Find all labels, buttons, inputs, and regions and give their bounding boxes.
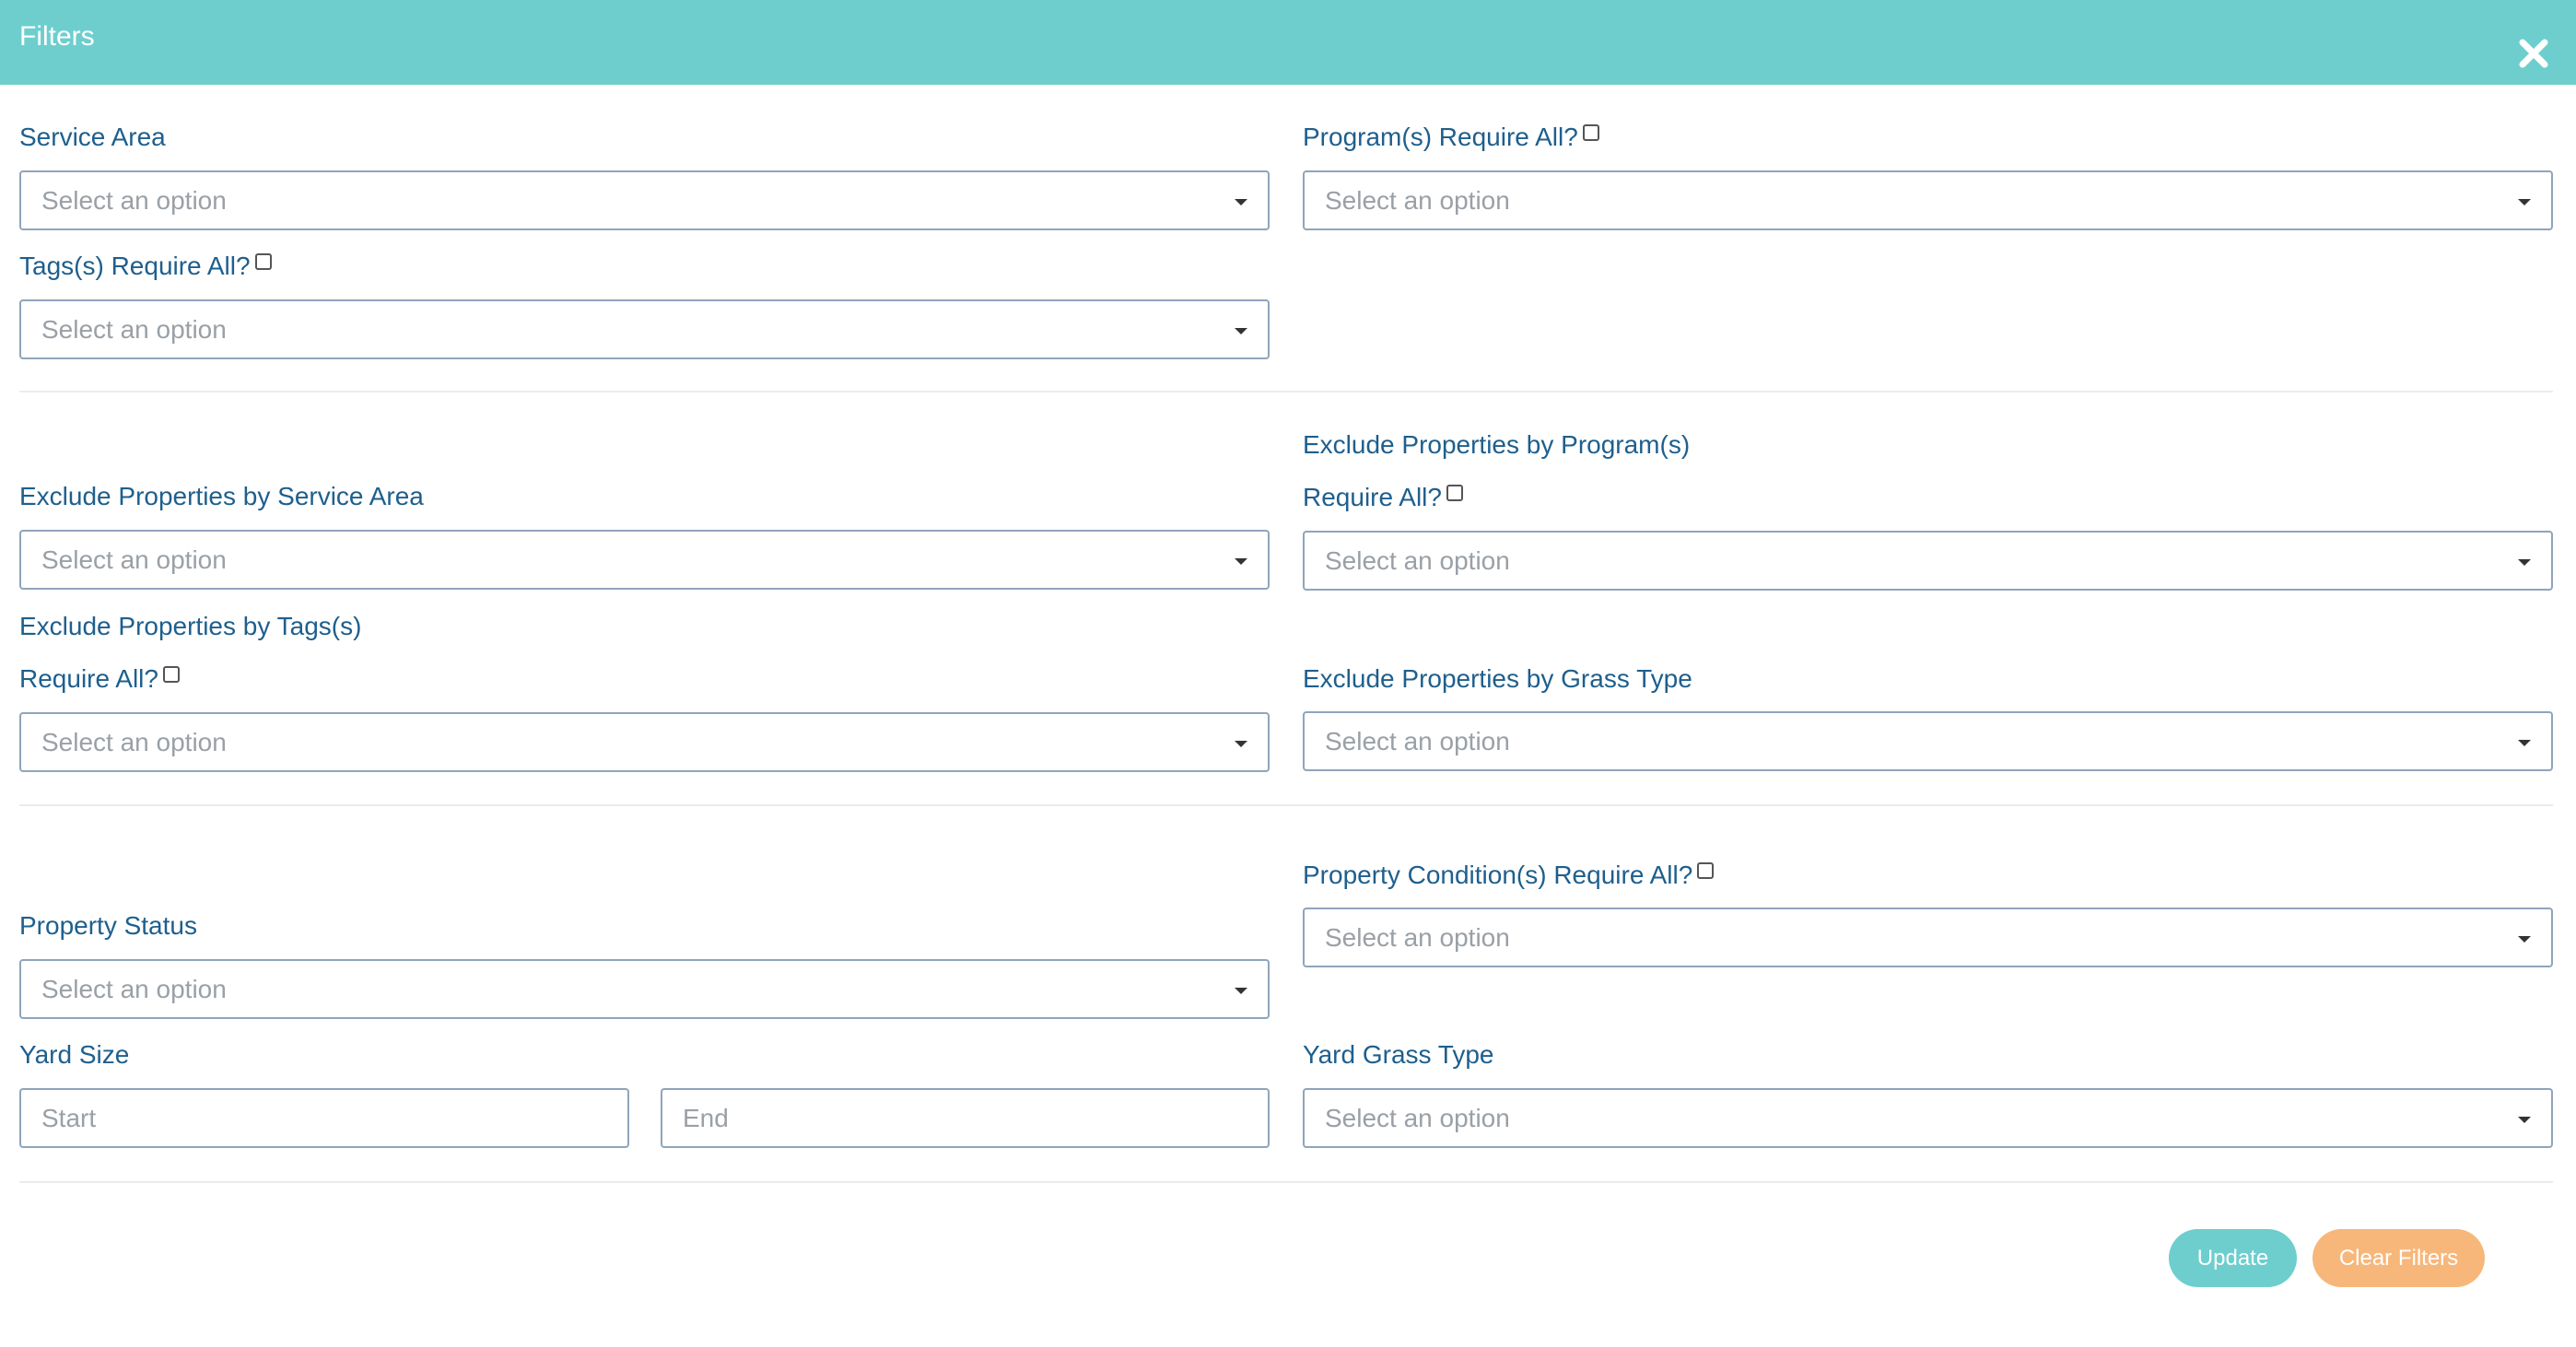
exclude-programs-require-all-label: Require All? xyxy=(1303,483,1442,511)
property-condition-require-all-checkbox[interactable] xyxy=(1697,862,1715,879)
section-divider xyxy=(19,391,2553,392)
property-status-placeholder: Select an option xyxy=(41,975,227,1003)
update-button[interactable]: Update xyxy=(2169,1229,2297,1287)
property-status-label: Property Status xyxy=(19,911,197,940)
yard-size-label: Yard Size xyxy=(19,1040,130,1069)
yard-size-end-input[interactable]: End xyxy=(661,1088,1270,1148)
exclude-service-area-select[interactable]: Select an option xyxy=(19,530,1270,590)
exclude-tags-require-all-label: Require All? xyxy=(19,664,158,693)
programs-require-all-label: Program(s) Require All? xyxy=(1303,123,1578,151)
yard-size-start-placeholder: Start xyxy=(41,1104,97,1132)
programs-label: Program(s) Require All? xyxy=(1303,122,1599,153)
modal-header: Filters xyxy=(0,0,2576,85)
exclude-service-area-label: Exclude Properties by Service Area xyxy=(19,482,424,510)
chevron-down-icon xyxy=(2518,199,2531,205)
chevron-down-icon xyxy=(1235,328,1247,334)
chevron-down-icon xyxy=(1235,988,1247,994)
chevron-down-icon xyxy=(2518,936,2531,943)
tags-require-all-checkbox[interactable] xyxy=(254,253,272,270)
tags-placeholder: Select an option xyxy=(41,315,227,344)
property-status-select[interactable]: Select an option xyxy=(19,959,1270,1019)
yard-grass-type-label: Yard Grass Type xyxy=(1303,1040,1494,1069)
exclude-tags-placeholder: Select an option xyxy=(41,728,227,756)
programs-select[interactable]: Select an option xyxy=(1303,170,2553,230)
exclude-programs-placeholder: Select an option xyxy=(1325,546,1510,575)
exclude-grass-type-placeholder: Select an option xyxy=(1325,727,1510,755)
property-condition-require-all-label: Property Condition(s) Require All? xyxy=(1303,861,1693,889)
exclude-tags-require-all-checkbox[interactable] xyxy=(162,666,180,683)
service-area-label: Service Area xyxy=(19,123,166,151)
service-area-placeholder: Select an option xyxy=(41,186,227,215)
exclude-service-area-placeholder: Select an option xyxy=(41,545,227,574)
chevron-down-icon xyxy=(2518,559,2531,566)
clear-filters-button[interactable]: Clear Filters xyxy=(2313,1229,2485,1287)
yard-size-end-placeholder: End xyxy=(683,1104,729,1132)
exclude-grass-type-label: Exclude Properties by Grass Type xyxy=(1303,664,1692,693)
yard-grass-type-select[interactable]: Select an option xyxy=(1303,1088,2553,1148)
exclude-tags-require-all: Require All? xyxy=(19,663,180,695)
tags-require-all-label: Tags(s) Require All? xyxy=(19,252,251,280)
exclude-programs-require-all-checkbox[interactable] xyxy=(1446,485,1463,501)
close-icon[interactable] xyxy=(2515,35,2552,72)
section-divider xyxy=(19,804,2553,806)
property-condition-placeholder: Select an option xyxy=(1325,923,1510,952)
exclude-programs-label: Exclude Properties by Program(s) xyxy=(1303,430,1691,459)
exclude-tags-select[interactable]: Select an option xyxy=(19,712,1270,772)
exclude-grass-type-select[interactable]: Select an option xyxy=(1303,711,2553,771)
exclude-tags-label: Exclude Properties by Tags(s) xyxy=(19,612,362,640)
chevron-down-icon xyxy=(1235,199,1247,205)
chevron-down-icon xyxy=(1235,741,1247,747)
programs-placeholder: Select an option xyxy=(1325,186,1510,215)
chevron-down-icon xyxy=(1235,558,1247,565)
tags-label: Tags(s) Require All? xyxy=(19,251,272,282)
chevron-down-icon xyxy=(2518,1117,2531,1123)
programs-require-all-checkbox[interactable] xyxy=(1582,124,1599,141)
property-condition-select[interactable]: Select an option xyxy=(1303,908,2553,967)
tags-select[interactable]: Select an option xyxy=(19,299,1270,359)
yard-grass-type-placeholder: Select an option xyxy=(1325,1104,1510,1132)
chevron-down-icon xyxy=(2518,740,2531,746)
service-area-select[interactable]: Select an option xyxy=(19,170,1270,230)
property-condition-label: Property Condition(s) Require All? xyxy=(1303,860,1715,891)
exclude-programs-require-all: Require All? xyxy=(1303,482,1463,513)
section-divider xyxy=(19,1181,2553,1183)
exclude-programs-select[interactable]: Select an option xyxy=(1303,531,2553,591)
yard-size-start-input[interactable]: Start xyxy=(19,1088,629,1148)
modal-title: Filters xyxy=(19,21,95,52)
